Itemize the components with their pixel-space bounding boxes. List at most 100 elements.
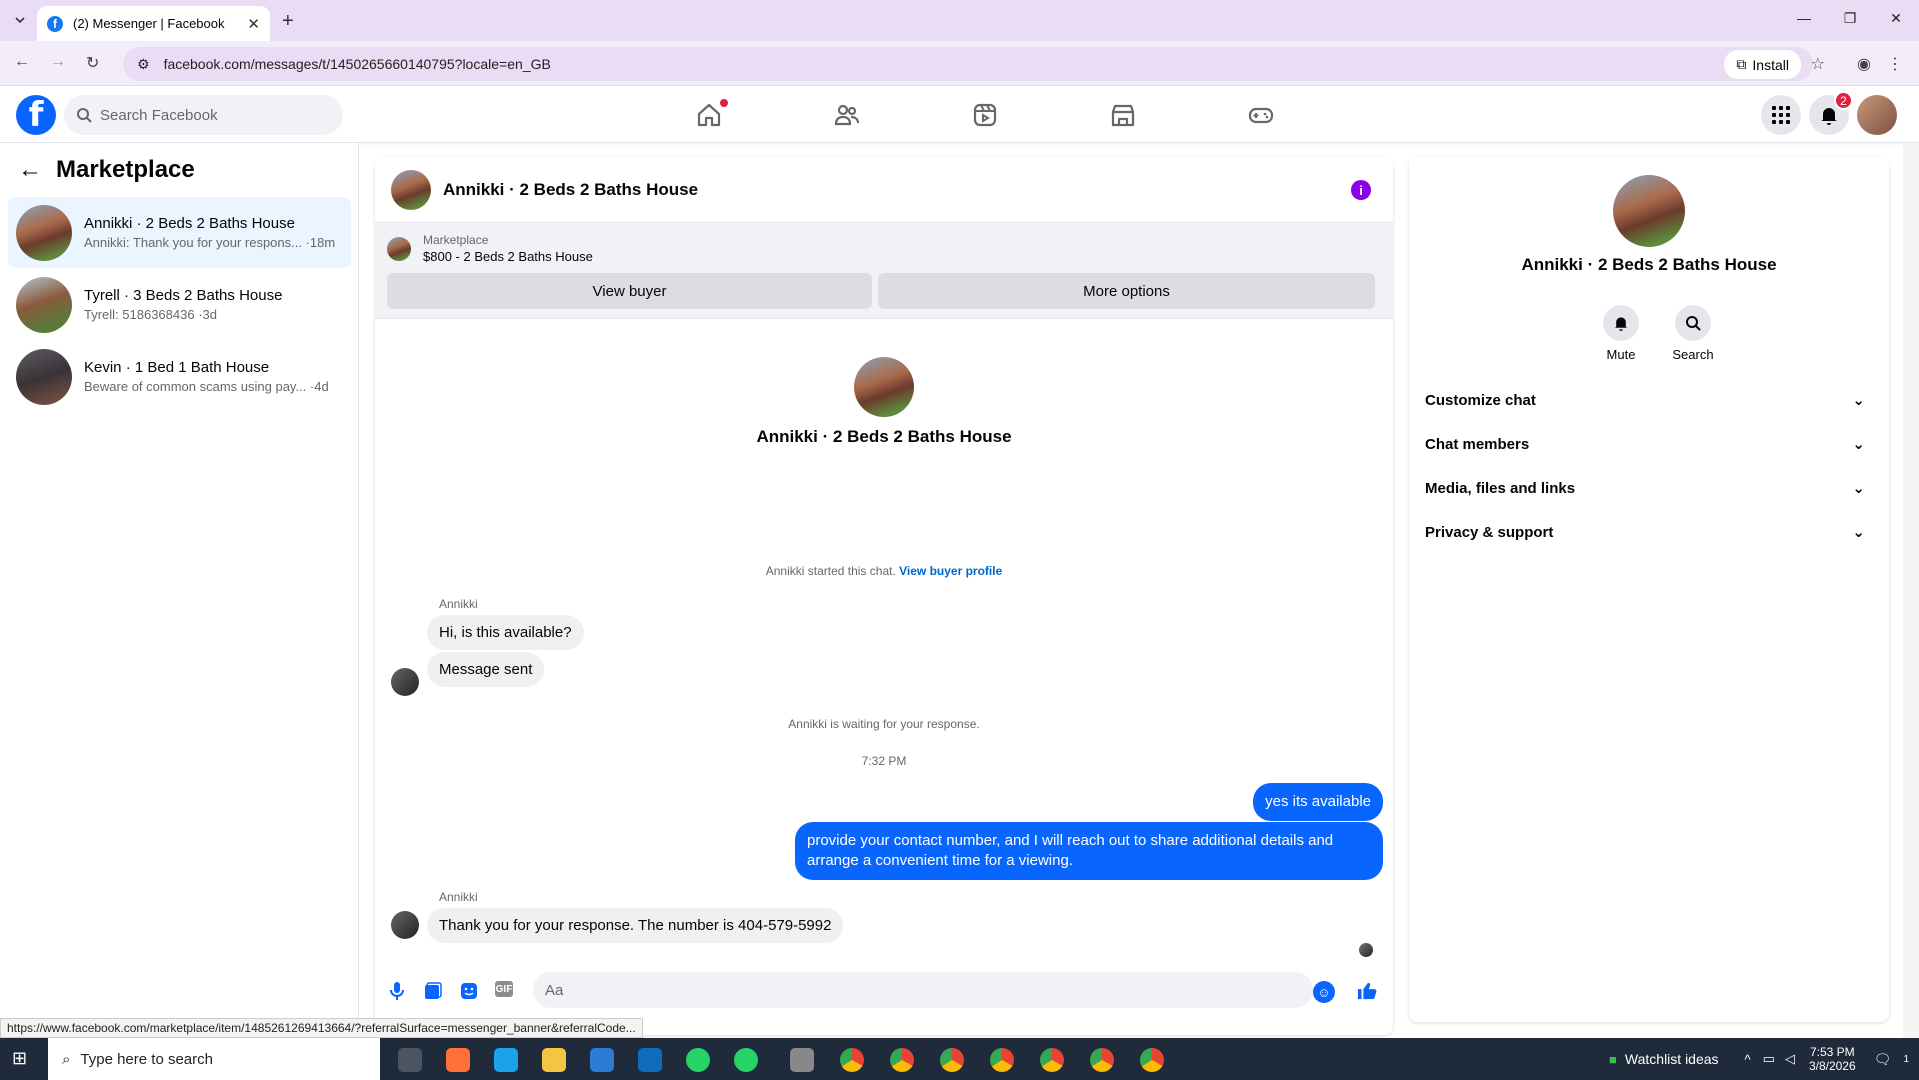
listing-thumbnail: [16, 348, 72, 405]
edge-icon[interactable]: [494, 1048, 518, 1072]
profile-icon[interactable]: ◉: [1857, 54, 1871, 74]
friends-icon[interactable]: [778, 86, 916, 143]
chrome-icon[interactable]: [940, 1048, 964, 1072]
customize-chat-row[interactable]: Customize chat ⌄: [1425, 378, 1873, 422]
conversation-snippet: Annikki: Thank you for your respons... ·…: [84, 235, 336, 250]
conversation-item[interactable]: Kevin · 1 Bed 1 Bath House Beware of com…: [8, 341, 351, 412]
sticker-icon[interactable]: [459, 981, 479, 1001]
tab-search-chevron-icon[interactable]: [8, 8, 32, 32]
close-window-icon[interactable]: ✕: [1873, 10, 1919, 27]
intro-name: Annikki · 2 Beds 2 Baths House: [756, 427, 1012, 446]
chat-members-row[interactable]: Chat members ⌄: [1425, 422, 1873, 466]
app-icon[interactable]: [790, 1048, 814, 1072]
conversation-item[interactable]: Annikki · 2 Beds 2 Baths House Annikki: …: [8, 197, 351, 268]
tray-chevron-icon[interactable]: ^: [1745, 1052, 1751, 1067]
bookmark-star-icon[interactable]: ☆: [1811, 54, 1825, 74]
microphone-icon[interactable]: [387, 981, 407, 1001]
listing-info-link[interactable]: Marketplace $800 - 2 Beds 2 Baths House: [387, 233, 593, 264]
chevron-down-icon: ⌄: [1852, 524, 1865, 541]
facebook-search-input[interactable]: Search Facebook: [64, 95, 343, 135]
incoming-message[interactable]: Message sent: [427, 652, 545, 687]
chrome-icon[interactable]: [890, 1048, 914, 1072]
close-tab-icon[interactable]: ✕: [247, 15, 260, 33]
marketplace-icon[interactable]: [1054, 86, 1192, 143]
outlook-icon[interactable]: [638, 1048, 662, 1072]
network-icon[interactable]: ▭: [1763, 1051, 1775, 1067]
gif-icon[interactable]: GIF: [495, 981, 513, 997]
search-icon: [77, 108, 92, 123]
like-thumb-icon[interactable]: [1357, 981, 1377, 1001]
back-arrow-icon[interactable]: ←: [18, 156, 42, 184]
notification-center-icon[interactable]: 🗨: [1874, 1051, 1892, 1068]
chat-list-panel: ← Marketplace Annikki · 2 Beds 2 Baths H…: [0, 143, 359, 1038]
view-buyer-profile-link[interactable]: View buyer profile: [899, 564, 1002, 578]
minimize-icon[interactable]: —: [1781, 10, 1827, 27]
windows-start-icon[interactable]: ⊞: [12, 1048, 27, 1069]
emoji-icon[interactable]: ☺: [1313, 981, 1335, 1003]
menu-grid-icon[interactable]: [1761, 95, 1801, 135]
chat-header[interactable]: Annikki · 2 Beds 2 Baths House i: [375, 157, 1393, 223]
clock-date[interactable]: 3/8/2026: [1809, 1059, 1856, 1073]
forward-icon[interactable]: →: [50, 53, 66, 71]
chrome-icon[interactable]: [1140, 1048, 1164, 1072]
mute-button[interactable]: Mute: [1591, 305, 1651, 362]
view-buyer-button[interactable]: View buyer: [387, 273, 872, 309]
restore-icon[interactable]: ❐: [1827, 10, 1873, 27]
photo-icon[interactable]: [423, 981, 443, 1001]
notifications-bell-icon[interactable]: 2: [1809, 91, 1853, 135]
started-text: Annikki started this chat.: [765, 564, 896, 578]
incoming-message[interactable]: Thank you for your response. The number …: [427, 908, 844, 943]
sender-avatar[interactable]: [391, 668, 419, 696]
whatsapp-icon[interactable]: [686, 1048, 710, 1072]
video-icon[interactable]: [916, 86, 1054, 143]
marketplace-title: Marketplace: [56, 156, 195, 183]
file-explorer-icon[interactable]: [542, 1048, 566, 1072]
chrome-icon[interactable]: [990, 1048, 1014, 1072]
new-tab-icon[interactable]: +: [282, 10, 294, 33]
firefox-icon[interactable]: [446, 1048, 470, 1072]
chat-started-note: Annikki started this chat. View buyer pr…: [375, 564, 1393, 578]
conversation-item[interactable]: Tyrell · 3 Beds 2 Baths House Tyrell: 51…: [8, 269, 351, 340]
privacy-support-row[interactable]: Privacy & support ⌄: [1425, 510, 1873, 554]
details-avatar[interactable]: [1613, 175, 1685, 247]
watchlist-label[interactable]: Watchlist ideas: [1625, 1051, 1719, 1067]
store-icon[interactable]: [590, 1048, 614, 1072]
row-label: Customize chat: [1425, 391, 1536, 409]
notification-count: 1: [1903, 1053, 1909, 1065]
url-field[interactable]: ⚙ facebook.com/messages/t/14502656601407…: [123, 47, 1813, 81]
more-options-button[interactable]: More options: [878, 273, 1375, 309]
home-icon[interactable]: [640, 86, 778, 143]
menu-dots-icon[interactable]: ⋮: [1887, 54, 1903, 74]
url-text: facebook.com/messages/t/1450265660140795…: [163, 56, 551, 72]
message-input[interactable]: Aa: [533, 972, 1313, 1008]
browser-tab[interactable]: f (2) Messenger | Facebook ✕: [37, 6, 270, 41]
chrome-icon[interactable]: [840, 1048, 864, 1072]
chevron-down-icon: ⌄: [1852, 392, 1865, 409]
facebook-logo-icon[interactable]: f: [16, 95, 56, 135]
reload-icon[interactable]: ↻: [86, 53, 99, 73]
gaming-icon[interactable]: [1192, 86, 1330, 143]
account-avatar[interactable]: [1857, 95, 1897, 135]
site-info-icon[interactable]: ⚙: [137, 56, 150, 73]
info-icon[interactable]: i: [1351, 180, 1371, 200]
search-button[interactable]: Search: [1663, 305, 1723, 362]
install-button[interactable]: ⧉ Install: [1724, 50, 1801, 79]
clock-time[interactable]: 7:53 PM: [1809, 1045, 1856, 1059]
listing-thumbnail: [387, 236, 411, 261]
whatsapp-icon[interactable]: [734, 1048, 758, 1072]
task-view-icon[interactable]: [398, 1048, 422, 1072]
row-label: Chat members: [1425, 435, 1530, 453]
home-notification-dot: [720, 99, 728, 107]
back-icon[interactable]: ←: [14, 53, 30, 71]
sender-avatar[interactable]: [391, 911, 419, 939]
chrome-icon[interactable]: [1040, 1048, 1064, 1072]
chrome-icon[interactable]: [1090, 1048, 1114, 1072]
media-files-links-row[interactable]: Media, files and links ⌄: [1425, 466, 1873, 510]
taskbar-search-input[interactable]: ⌕ Type here to search: [48, 1038, 380, 1080]
volume-icon[interactable]: ◁: [1785, 1051, 1795, 1067]
outgoing-message[interactable]: provide your contact number, and I will …: [795, 822, 1383, 880]
outgoing-message[interactable]: yes its available: [1253, 783, 1383, 821]
facebook-favicon-icon: f: [47, 15, 63, 32]
page-scrollbar[interactable]: [1903, 143, 1919, 1038]
incoming-message[interactable]: Hi, is this available?: [427, 615, 584, 650]
